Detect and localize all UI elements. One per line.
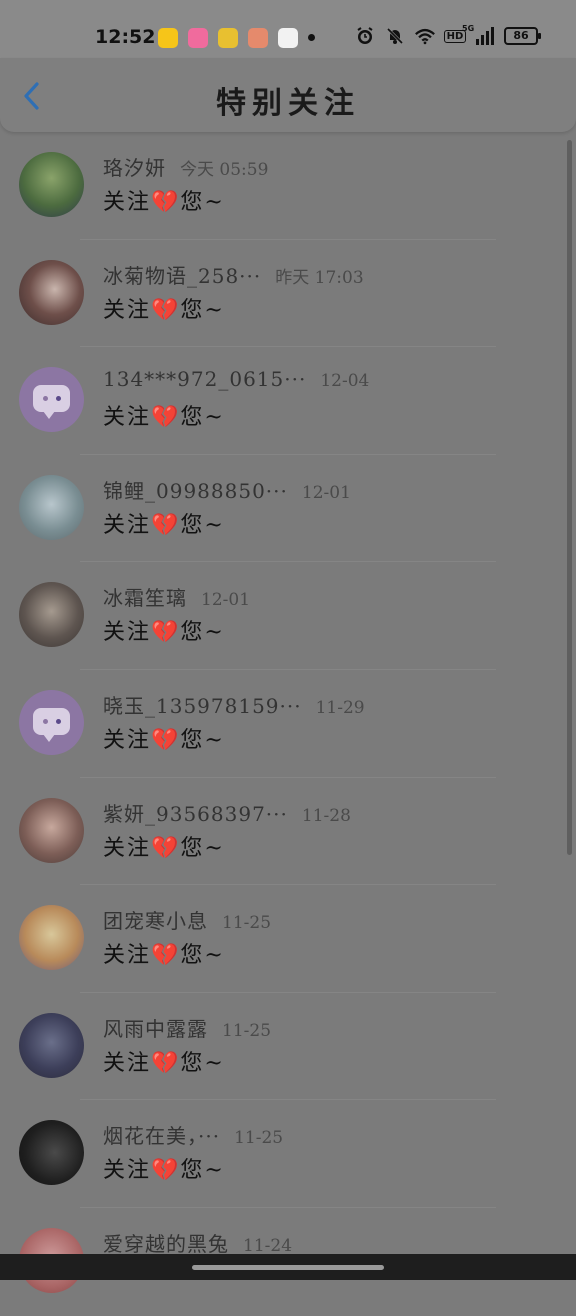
message-preview: 关注💔您~ (103, 512, 225, 538)
avatar[interactable] (19, 582, 84, 648)
status-time: 12:52 (95, 26, 156, 48)
timestamp: 12-04 (320, 371, 370, 392)
timestamp: 11-25 (222, 913, 272, 934)
timestamp: 11-25 (222, 1020, 272, 1041)
timestamp: 今天 05:59 (180, 160, 269, 180)
list-item[interactable]: 134***972_0615··· 12-04 关注💔您~ (0, 347, 576, 455)
timestamp: 11-29 (315, 697, 365, 718)
list-item[interactable]: 团宠寒小息 11-25 关注💔您~ (0, 885, 576, 993)
message-preview: 关注💔您~ (103, 727, 225, 753)
pig-app-icon (248, 28, 268, 48)
timestamp: 11-25 (234, 1128, 284, 1149)
user-name: 锦鲤_09988850··· (103, 478, 288, 503)
user-name: 134***972_0615··· (103, 367, 307, 392)
user-name: 风雨中露露 (103, 1016, 208, 1041)
message-preview: 关注💔您~ (103, 1050, 225, 1076)
message-preview: 关注💔您~ (103, 190, 225, 215)
avatar[interactable] (19, 689, 84, 755)
avatar[interactable] (19, 1120, 84, 1186)
list-item[interactable]: 烟花在美，··· 11-25 关注💔您~ (0, 1100, 576, 1208)
special-follow-list: 珞汐妍 今天 05:59 关注💔您~ 冰菊物语_258··· 昨天 17:03 关注… (0, 132, 576, 1316)
page-title: 特别关注 (216, 86, 360, 121)
bilibili-app-icon (188, 28, 208, 48)
mute-icon (384, 26, 406, 46)
gift-app-icon (218, 28, 238, 48)
message-preview: 关注💔您~ (103, 405, 225, 431)
user-name: 爱穿越的黑兔 (103, 1231, 229, 1256)
avatar[interactable] (19, 1012, 84, 1078)
list-item[interactable]: 晓玉_135978159··· 11-29 关注💔您~ (0, 670, 576, 778)
list-item[interactable]: 冰霜笙璃 12-01 关注💔您~ (0, 562, 576, 670)
user-name: 珞汐妍 (103, 156, 166, 180)
kuaishou-app-icon (158, 28, 178, 48)
message-preview: 关注💔您~ (103, 1158, 225, 1184)
avatar[interactable] (19, 152, 84, 217)
baby-app-icon (278, 28, 298, 48)
avatar[interactable] (19, 474, 84, 540)
scrollbar[interactable] (567, 140, 572, 855)
notification-app-icons (158, 28, 298, 48)
more-notifications-dot-icon (308, 34, 315, 41)
timestamp: 12-01 (301, 482, 351, 503)
timestamp: 11-28 (301, 805, 351, 826)
alarm-icon (354, 26, 376, 46)
list-item[interactable]: 珞汐妍 今天 05:59 关注💔您~ (0, 132, 576, 240)
avatar[interactable] (19, 259, 84, 325)
battery-icon: 86 (504, 27, 541, 45)
chat-bubble-icon (33, 385, 70, 420)
avatar[interactable] (19, 797, 84, 863)
chat-bubble-icon (33, 707, 70, 742)
home-indicator[interactable] (192, 1265, 384, 1270)
user-name: 晓玉_135978159··· (103, 693, 302, 718)
wifi-icon (414, 26, 436, 46)
list-item[interactable]: 风雨中露露 11-25 关注💔您~ (0, 993, 576, 1101)
avatar[interactable] (19, 367, 84, 433)
user-name: 冰菊物语_258··· (103, 263, 262, 288)
header: 特别关注 (0, 58, 576, 132)
list-item[interactable]: 锦鲤_09988850··· 12-01 关注💔您~ (0, 455, 576, 563)
message-preview: 关注💔您~ (103, 620, 225, 646)
list-item[interactable]: 紫妍_93568397··· 11-28 关注💔您~ (0, 778, 576, 886)
timestamp: 昨天 17:03 (275, 267, 364, 288)
network-type: 5G (462, 24, 475, 33)
status-bar: 12:52 HD 5G 86 (0, 0, 576, 58)
user-name: 团宠寒小息 (103, 909, 208, 934)
signal-icon: 5G (462, 24, 496, 46)
message-preview: 关注💔您~ (103, 297, 225, 323)
list-item[interactable]: 冰菊物语_258··· 昨天 17:03 关注💔您~ (0, 240, 576, 348)
avatar[interactable] (19, 905, 84, 971)
message-preview: 关注💔您~ (103, 943, 225, 969)
system-icons: HD 5G 86 (354, 24, 541, 46)
user-name: 烟花在美，··· (103, 1124, 221, 1149)
timestamp: 12-01 (201, 590, 251, 611)
message-preview: 关注💔您~ (103, 835, 225, 861)
navigation-bar (0, 1254, 576, 1280)
timestamp: 11-24 (243, 1235, 293, 1256)
user-name: 冰霜笙璃 (103, 586, 187, 611)
user-name: 紫妍_93568397··· (103, 801, 288, 826)
